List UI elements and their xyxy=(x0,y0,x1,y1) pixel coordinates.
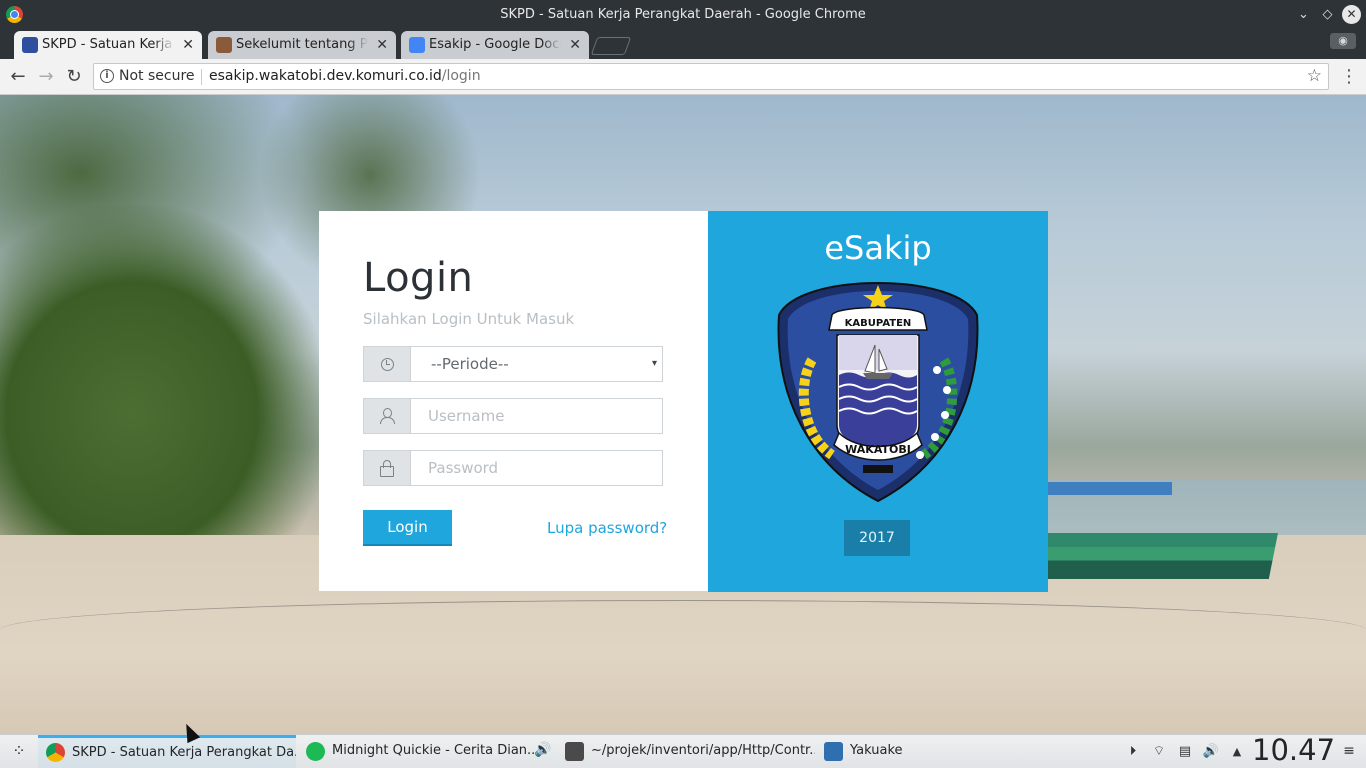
url-text[interactable]: esakip.wakatobi.dev.komuri.co.id/login xyxy=(209,64,481,89)
wifi-icon[interactable]: ⌔ xyxy=(1150,743,1168,761)
emblem-bottom-text: WAKATOBI xyxy=(845,443,911,456)
lock-icon xyxy=(380,460,394,477)
brand-panel: eSakip KABUPATEN WAKATOBI 2017 xyxy=(708,211,1048,592)
volume-icon[interactable]: 🔊 xyxy=(1202,743,1220,761)
task-label: Midnight Quickie - Cerita Dian... xyxy=(332,743,540,758)
window-titlebar: SKPD - Satuan Kerja Perangkat Daerah - G… xyxy=(0,0,1366,29)
media-player-icon[interactable]: ⏵ xyxy=(1124,743,1142,761)
login-subtitle: Silahkan Login Untuk Masuk xyxy=(363,310,575,328)
audio-playing-icon: 🔊 xyxy=(534,742,552,758)
tab-label: Sekelumit tentang Pembangunan xyxy=(236,37,368,52)
tab-close-icon[interactable]: ✕ xyxy=(569,31,581,59)
login-panel: Login Silahkan Login Untuk Masuk --Perio… xyxy=(319,211,708,591)
wakatobi-emblem-logo: KABUPATEN WAKATOBI xyxy=(777,281,979,503)
url-host: esakip.wakatobi.dev.komuri.co.id xyxy=(209,68,442,84)
panel-menu-icon[interactable]: ≡ xyxy=(1341,742,1357,760)
task-label: SKPD - Satuan Kerja Perangkat Da... xyxy=(72,745,296,760)
maximize-button[interactable]: ◇ xyxy=(1318,5,1337,24)
minimize-button[interactable]: ⌄ xyxy=(1294,5,1313,24)
back-button[interactable]: ← xyxy=(6,65,30,89)
login-title: Login xyxy=(363,255,474,301)
reload-button[interactable]: ↻ xyxy=(62,65,86,89)
username-field[interactable] xyxy=(363,398,663,434)
task-sublime[interactable]: ~/projek/inventori/app/Http/Contr... xyxy=(557,735,815,768)
clock[interactable]: 10.47 xyxy=(1252,733,1335,767)
url-path: /login xyxy=(441,68,481,84)
address-bar[interactable]: i Not secure esakip.wakatobi.dev.komuri.… xyxy=(93,63,1329,90)
login-button[interactable]: Login xyxy=(363,510,452,546)
brand-name: eSakip xyxy=(824,229,932,267)
username-addon xyxy=(364,399,411,433)
user-icon xyxy=(379,408,395,424)
tab-close-icon[interactable]: ✕ xyxy=(182,31,194,59)
spotify-icon xyxy=(306,742,325,761)
username-input[interactable] xyxy=(412,399,662,433)
profile-favicon-icon xyxy=(216,37,232,53)
task-label: Yakuake xyxy=(850,743,903,758)
tab-strip: SKPD - Satuan Kerja Perangkat Daerah ✕ S… xyxy=(0,29,1366,59)
tab-close-icon[interactable]: ✕ xyxy=(376,31,388,59)
chevron-down-icon[interactable]: ▾ xyxy=(652,347,657,381)
application-launcher-icon[interactable]: ⁘ xyxy=(8,740,30,762)
chrome-icon xyxy=(46,743,65,762)
tab-sekelumit[interactable]: Sekelumit tentang Pembangunan ✕ xyxy=(208,31,396,59)
task-yakuake[interactable]: Yakuake xyxy=(816,735,1072,768)
emblem-top-text: KABUPATEN xyxy=(845,318,912,329)
task-chrome[interactable]: SKPD - Satuan Kerja Perangkat Da... xyxy=(38,735,296,768)
clock-icon xyxy=(380,357,394,371)
window-title: SKPD - Satuan Kerja Perangkat Daerah - G… xyxy=(500,7,866,22)
boat xyxy=(1048,533,1278,579)
forgot-password-link[interactable]: Lupa password? xyxy=(547,519,667,537)
password-field[interactable] xyxy=(363,450,663,486)
info-icon[interactable]: i xyxy=(100,69,114,83)
close-window-button[interactable]: ✕ xyxy=(1342,5,1361,24)
task-spotify[interactable]: Midnight Quickie - Cerita Dian... xyxy=(298,735,554,768)
periode-select[interactable]: --Periode-- ▾ xyxy=(363,346,663,382)
security-label[interactable]: Not secure xyxy=(119,64,195,89)
tray-expand-icon[interactable]: ▲ xyxy=(1228,743,1246,761)
tab-skpd[interactable]: SKPD - Satuan Kerja Perangkat Daerah ✕ xyxy=(14,31,202,59)
skpd-favicon-icon xyxy=(22,37,38,53)
password-input[interactable] xyxy=(412,451,662,485)
password-addon xyxy=(364,451,411,485)
year-badge[interactable]: 2017 xyxy=(844,520,910,556)
omnibox-divider xyxy=(201,69,202,85)
sublime-icon xyxy=(565,742,584,761)
forward-button[interactable]: → xyxy=(34,65,58,89)
boat-roof xyxy=(1048,482,1172,495)
periode-addon xyxy=(364,347,411,381)
task-label: ~/projek/inventori/app/Http/Contr... xyxy=(591,743,815,758)
tab-label: SKPD - Satuan Kerja Perangkat Daerah xyxy=(42,37,174,52)
browser-menu-button[interactable]: ⋮ xyxy=(1340,65,1358,89)
tab-google-docs[interactable]: Esakip - Google Docs ✕ xyxy=(401,31,589,59)
clipboard-icon[interactable]: ▤ xyxy=(1176,743,1194,761)
periode-selected-value[interactable]: --Periode-- xyxy=(411,347,662,381)
bookmark-star-icon[interactable]: ☆ xyxy=(1307,64,1322,89)
new-tab-button[interactable] xyxy=(590,37,632,55)
profile-icon[interactable]: ◉ xyxy=(1330,33,1356,49)
page-viewport: Login Silahkan Login Untuk Masuk --Perio… xyxy=(0,95,1366,734)
yakuake-icon xyxy=(824,742,843,761)
docs-favicon-icon xyxy=(409,37,425,53)
browser-toolbar: ← → ↻ i Not secure esakip.wakatobi.dev.k… xyxy=(0,59,1366,95)
taskbar: ⁘ SKPD - Satuan Kerja Perangkat Da... Mi… xyxy=(0,733,1366,768)
tab-label: Esakip - Google Docs xyxy=(429,37,561,52)
